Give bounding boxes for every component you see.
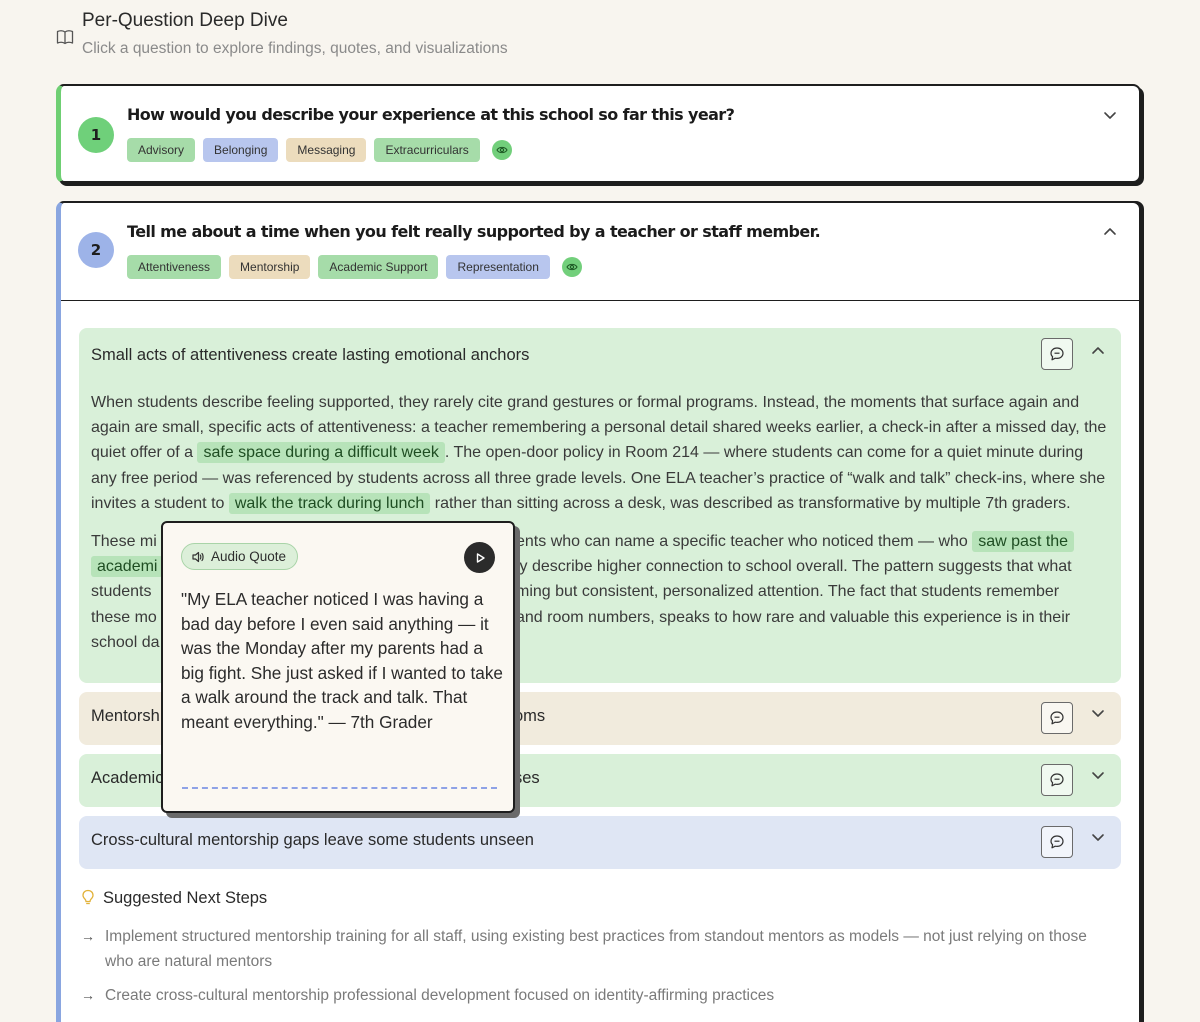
finding-card-cross-cultural[interactable]: Cross-cultural mentorship gaps leave som… (79, 816, 1121, 869)
highlight-quote[interactable]: walk the track during lunch (228, 492, 431, 514)
chat-icon (1050, 835, 1064, 849)
question-number-badge: 1 (78, 117, 114, 153)
audio-waveform[interactable] (182, 787, 497, 789)
theme-tag[interactable]: Mentorship (229, 255, 311, 279)
highlight-quote[interactable]: safe space during a difficult week (197, 442, 445, 464)
highlight-quote[interactable]: saw past the (972, 531, 1075, 552)
chevron-down-icon[interactable] (1103, 108, 1117, 122)
chevron-down-icon[interactable] (1091, 768, 1105, 782)
chevron-down-icon[interactable] (1091, 830, 1105, 844)
audio-quote-badge: Audio Quote (181, 543, 299, 570)
finding-paragraph: When students describe feeling supported… (91, 394, 1107, 514)
next-step-item: → Implement structured mentorship traini… (79, 924, 1099, 974)
audio-quote-popup: Audio Quote "My ELA teacher noticed I wa… (161, 521, 515, 813)
chat-icon (1050, 773, 1064, 787)
theme-tags: Advisory Belonging Messaging Extracurric… (127, 138, 512, 162)
theme-tag[interactable]: Advisory (127, 138, 196, 162)
chat-icon (1050, 347, 1064, 361)
theme-tag[interactable]: Belonging (203, 138, 279, 162)
next-step-item: → Create cross-cultural mentorship profe… (79, 983, 1099, 1008)
chevron-up-icon[interactable] (1091, 344, 1105, 358)
arrow-right-icon: → (81, 928, 95, 944)
finding-title: Academic ses (91, 769, 540, 787)
theme-tag[interactable]: Attentiveness (127, 255, 222, 279)
quote-button[interactable] (1041, 338, 1073, 370)
chevron-down-icon[interactable] (1091, 706, 1105, 720)
quote-button[interactable] (1041, 702, 1073, 734)
finding-title[interactable]: Small acts of attentiveness create lasti… (91, 346, 529, 365)
finding-title: Mentorsh oms (91, 707, 546, 725)
finding-title: Cross-cultural mentorship gaps leave som… (91, 831, 534, 849)
chat-icon (1050, 711, 1064, 725)
page-subtitle: Click a question to explore findings, qu… (82, 40, 508, 57)
question-number-badge: 2 (78, 232, 114, 268)
theme-tag[interactable]: Academic Support (318, 255, 439, 279)
quote-button[interactable] (1041, 764, 1073, 796)
play-icon (476, 552, 485, 563)
quote-button[interactable] (1041, 826, 1073, 858)
quote-text: "My ELA teacher noticed I was having a b… (181, 589, 503, 732)
theme-tag[interactable]: Representation (446, 255, 550, 279)
theme-tag[interactable]: Extracurriculars (374, 138, 480, 162)
lightbulb-icon (82, 889, 94, 905)
next-steps-title: Suggested Next Steps (103, 889, 268, 907)
question-title: How would you describe your experience a… (127, 105, 735, 124)
divider (61, 300, 1139, 301)
eye-icon[interactable] (491, 140, 512, 160)
question-card-1[interactable]: 1 How would you describe your experience… (56, 84, 1141, 183)
page-title: Per-Question Deep Dive (82, 10, 288, 31)
highlight-quote[interactable]: academi (91, 556, 164, 578)
theme-tag[interactable]: Messaging (286, 138, 367, 162)
chevron-up-icon[interactable] (1103, 225, 1117, 239)
eye-icon[interactable] (561, 257, 582, 277)
audio-quote-label: Audio Quote (211, 549, 287, 564)
question-title[interactable]: Tell me about a time when you felt reall… (127, 222, 821, 241)
speaker-icon (192, 551, 204, 562)
play-button[interactable] (464, 542, 495, 573)
theme-tags: Attentiveness Mentorship Academic Suppor… (127, 255, 582, 279)
arrow-right-icon: → (81, 987, 95, 1003)
book-icon (56, 30, 74, 45)
